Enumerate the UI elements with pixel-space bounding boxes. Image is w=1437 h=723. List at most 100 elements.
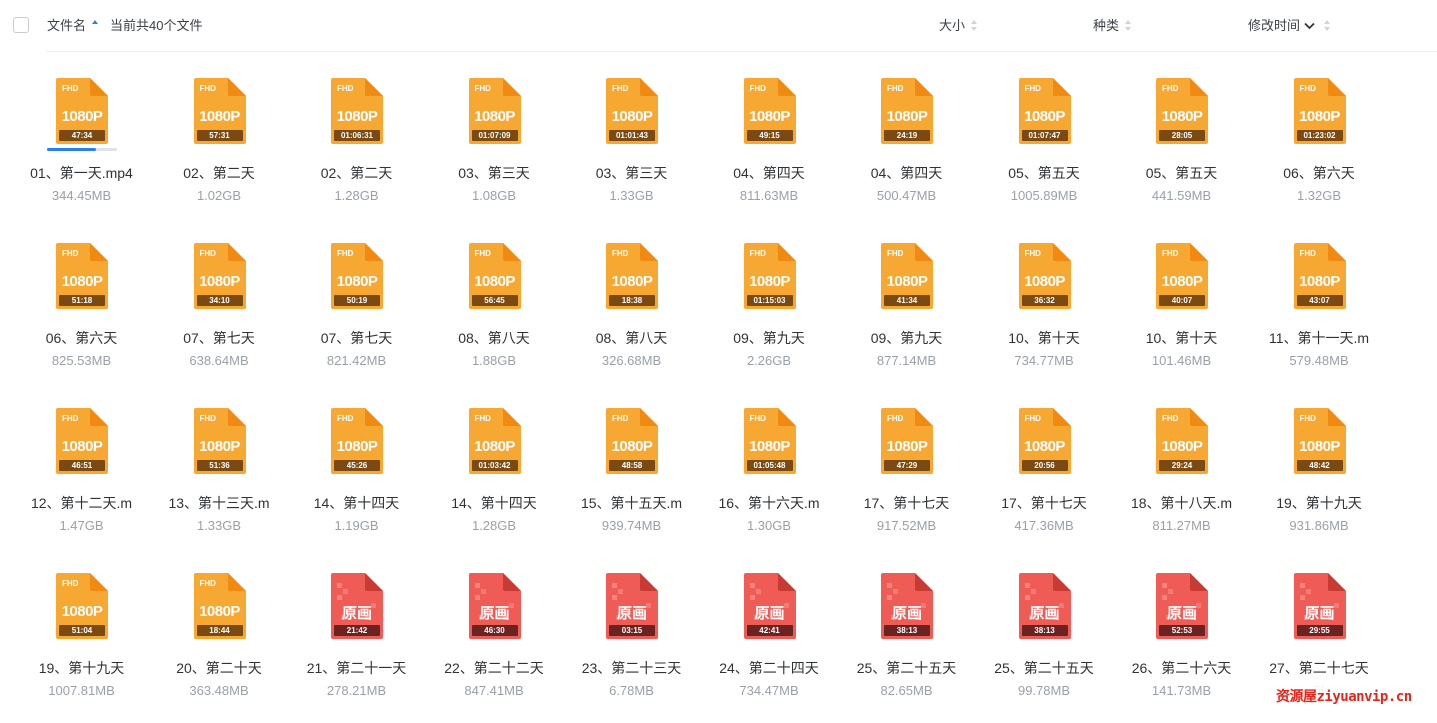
file-size: 101.46MB: [1151, 353, 1212, 368]
resolution-label: 1080P: [336, 438, 378, 455]
select-all-checkbox[interactable]: [13, 17, 29, 33]
file-item[interactable]: FHD 1080P 49:15 04、第四天 811.63MB: [701, 78, 838, 228]
file-item[interactable]: FHD 1080P 29:24 18、第十八天.m 811.27MB: [1113, 408, 1250, 558]
fhd-label: FHD: [1162, 249, 1179, 258]
file-name: 13、第十三天.m: [168, 495, 270, 511]
duration-badge: 21:42: [334, 625, 380, 636]
file-name: 18、第十八天.m: [1130, 495, 1233, 511]
watch-progress-fill: [47, 148, 96, 151]
file-item[interactable]: FHD 1080P 43:07 11、第十一天.m 579.48MB: [1251, 243, 1388, 393]
file-item[interactable]: 原画 38:13 25、第二十五天 82.65MB: [838, 573, 975, 723]
file-size: 344.45MB: [51, 188, 112, 203]
resolution-label: 1080P: [611, 273, 653, 290]
video-file-icon: FHD 1080P 01:23:02: [1293, 78, 1346, 144]
file-item[interactable]: FHD 1080P 01:23:02 06、第六天 1.32GB: [1251, 78, 1388, 228]
file-size: 6.78MB: [609, 683, 654, 698]
file-size: 825.53MB: [51, 353, 112, 368]
video-file-icon: FHD 1080P 36:32: [1018, 243, 1071, 309]
file-item[interactable]: FHD 1080P 51:04 19、第十九天 1007.81MB: [13, 573, 150, 723]
column-header-type[interactable]: 种类: [1093, 18, 1132, 34]
file-item[interactable]: 原画 03:15 23、第二十三天 6.78MB: [563, 573, 700, 723]
video-file-icon: FHD 1080P 01:15:03: [743, 243, 796, 309]
file-name: 14、第十四天: [451, 495, 537, 511]
resolution-label: 1080P: [1299, 108, 1340, 125]
file-name: 05、第五天: [1145, 165, 1218, 181]
file-size: 1.33GB: [609, 188, 654, 203]
file-item[interactable]: FHD 1080P 18:38 08、第八天 326.68MB: [563, 243, 700, 393]
file-item[interactable]: FHD 1080P 51:18 06、第六天 825.53MB: [13, 243, 150, 393]
resolution-label: 1080P: [1299, 438, 1340, 455]
raw-quality-label: 原画: [1304, 605, 1335, 622]
resolution-label: 1080P: [1161, 273, 1203, 290]
file-size: 1.28GB: [334, 188, 379, 203]
resolution-label: 1080P: [886, 438, 928, 455]
file-item[interactable]: FHD 1080P 48:42 19、第十九天 931.86MB: [1251, 408, 1388, 558]
file-item[interactable]: 原画 42:41 24、第二十四天 734.47MB: [701, 573, 838, 723]
file-item[interactable]: 原画 46:30 22、第二十二天 847.41MB: [426, 573, 563, 723]
file-name: 19、第十九天: [38, 660, 125, 676]
resolution-label: 1080P: [1024, 273, 1065, 290]
file-item[interactable]: FHD 1080P 20:56 17、第十七天 417.36MB: [976, 408, 1113, 558]
video-file-icon: FHD 1080P 49:15: [743, 78, 796, 144]
fhd-label: FHD: [474, 84, 491, 93]
fhd-label: FHD: [474, 249, 491, 258]
raw-video-file-icon: 原画 03:15: [606, 573, 658, 639]
file-item[interactable]: FHD 1080P 01:03:42 14、第十四天 1.28GB: [426, 408, 563, 558]
file-count: 当前共40个文件: [110, 18, 203, 33]
file-item[interactable]: FHD 1080P 41:34 09、第九天 877.14MB: [838, 243, 975, 393]
file-item[interactable]: FHD 1080P 34:10 07、第七天 638.64MB: [151, 243, 288, 393]
file-name: 07、第七天: [183, 330, 255, 346]
file-item[interactable]: FHD 1080P 51:36 13、第十三天.m 1.33GB: [151, 408, 288, 558]
column-header-name[interactable]: 文件名: [47, 18, 99, 34]
file-item[interactable]: FHD 1080P 01:15:03 09、第九天 2.26GB: [701, 243, 838, 393]
duration-badge: 47:29: [884, 460, 930, 471]
file-item[interactable]: FHD 1080P 24:19 04、第四天 500.47MB: [838, 78, 975, 228]
file-item[interactable]: FHD 1080P 57:31 02、第二天 1.02GB: [151, 78, 288, 228]
column-header-modified[interactable]: 修改时间: [1248, 18, 1331, 34]
resolution-label: 1080P: [749, 273, 790, 290]
file-item[interactable]: FHD 1080P 40:07 10、第十天 101.46MB: [1113, 243, 1250, 393]
file-name: 15、第十五天.m: [580, 495, 683, 511]
duration-badge: 18:44: [196, 625, 243, 636]
fhd-label: FHD: [1024, 84, 1041, 93]
raw-quality-label: 原画: [1166, 605, 1197, 622]
duration-badge: 29:55: [1296, 625, 1343, 636]
duration-badge: 34:10: [196, 295, 243, 306]
file-item[interactable]: FHD 1080P 01:07:47 05、第五天 1005.89MB: [976, 78, 1113, 228]
column-header-size[interactable]: 大小: [939, 18, 978, 34]
file-item[interactable]: FHD 1080P 47:29 17、第十七天 917.52MB: [838, 408, 975, 558]
file-item[interactable]: FHD 1080P 47:34 01、第一天.mp4 344.45MB: [13, 78, 150, 228]
video-file-icon: FHD 1080P 18:44: [193, 573, 246, 639]
resolution-label: 1080P: [61, 108, 103, 125]
file-item[interactable]: FHD 1080P 01:06:31 02、第二天 1.28GB: [288, 78, 425, 228]
file-item[interactable]: 原画 38:13 25、第二十五天 99.78MB: [976, 573, 1113, 723]
file-item[interactable]: FHD 1080P 45:26 14、第十四天 1.19GB: [288, 408, 425, 558]
raw-video-file-icon: 原画 38:13: [1018, 573, 1071, 639]
file-item[interactable]: FHD 1080P 18:44 20、第二十天 363.48MB: [151, 573, 288, 723]
file-name: 08、第八天: [458, 330, 530, 346]
file-item[interactable]: 原画 52:53 26、第二十六天 141.73MB: [1113, 573, 1250, 723]
file-name: 04、第四天: [870, 165, 943, 181]
file-item[interactable]: FHD 1080P 50:19 07、第七天 821.42MB: [288, 243, 425, 393]
file-item[interactable]: FHD 1080P 56:45 08、第八天 1.88GB: [426, 243, 563, 393]
file-item[interactable]: FHD 1080P 46:51 12、第十二天.m 1.47GB: [13, 408, 150, 558]
file-item[interactable]: FHD 1080P 28:05 05、第五天 441.59MB: [1113, 78, 1250, 228]
duration-badge: 51:36: [196, 460, 243, 471]
fhd-label: FHD: [887, 249, 904, 258]
file-size: 441.59MB: [1151, 188, 1212, 203]
file-item[interactable]: FHD 1080P 01:07:09 03、第三天 1.08GB: [426, 78, 563, 228]
file-item[interactable]: FHD 1080P 48:58 15、第十五天.m 939.74MB: [563, 408, 700, 558]
file-item[interactable]: FHD 1080P 01:01:43 03、第三天 1.33GB: [563, 78, 700, 228]
file-item[interactable]: 原画 21:42 21、第二十一天 278.21MB: [288, 573, 425, 723]
chevron-down-icon[interactable]: [1304, 18, 1315, 34]
fhd-label: FHD: [1024, 414, 1041, 423]
file-item[interactable]: FHD 1080P 36:32 10、第十天 734.77MB: [976, 243, 1113, 393]
file-size: 917.52MB: [876, 518, 937, 533]
list-header: 文件名 当前共40个文件 大小 种类 修改时间: [0, 0, 1437, 52]
resolution-label: 1080P: [611, 438, 653, 455]
file-item[interactable]: FHD 1080P 01:05:48 16、第十六天.m 1.30GB: [701, 408, 838, 558]
sort-arrows-icon: [970, 19, 978, 33]
duration-badge: 20:56: [1021, 460, 1068, 471]
file-name: 05、第五天: [1008, 165, 1080, 181]
column-type-label: 种类: [1093, 18, 1120, 33]
